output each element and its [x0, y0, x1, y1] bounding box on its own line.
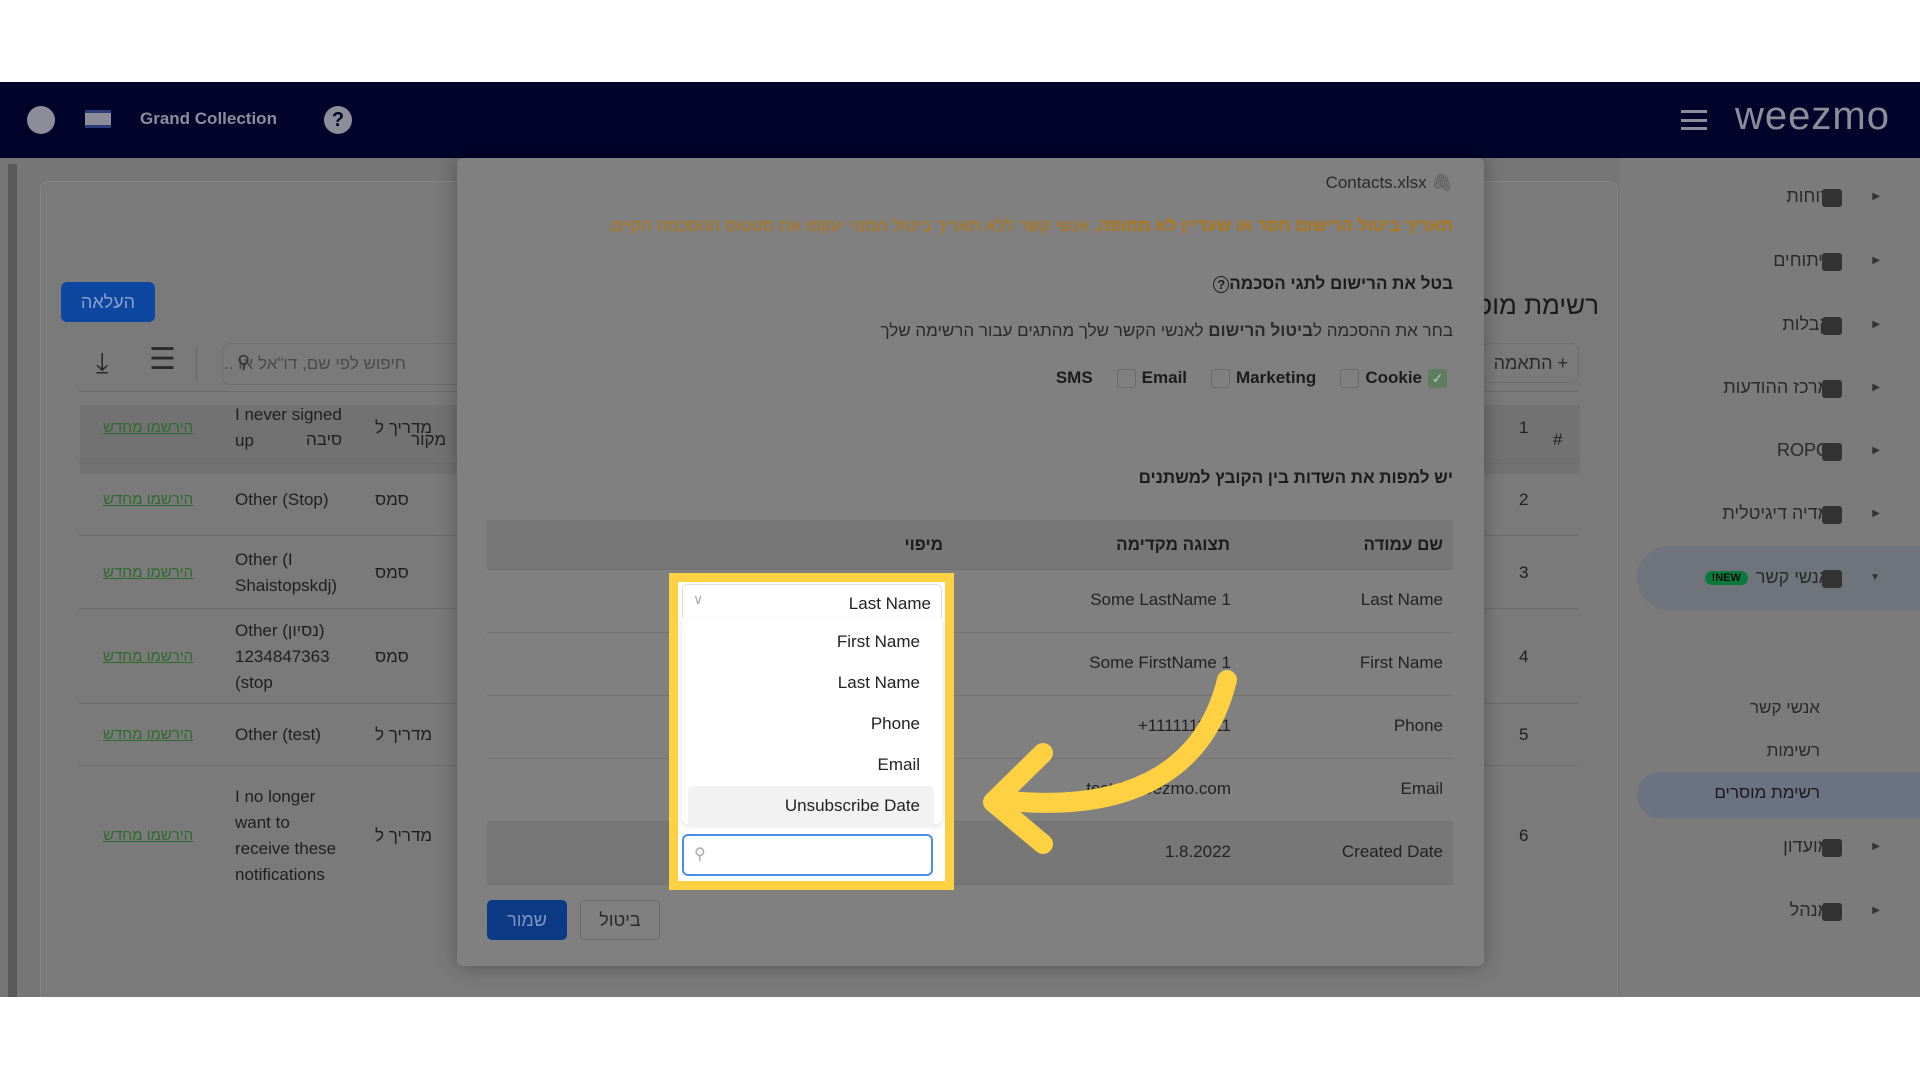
tutorial-arrow-icon: [983, 670, 1237, 854]
